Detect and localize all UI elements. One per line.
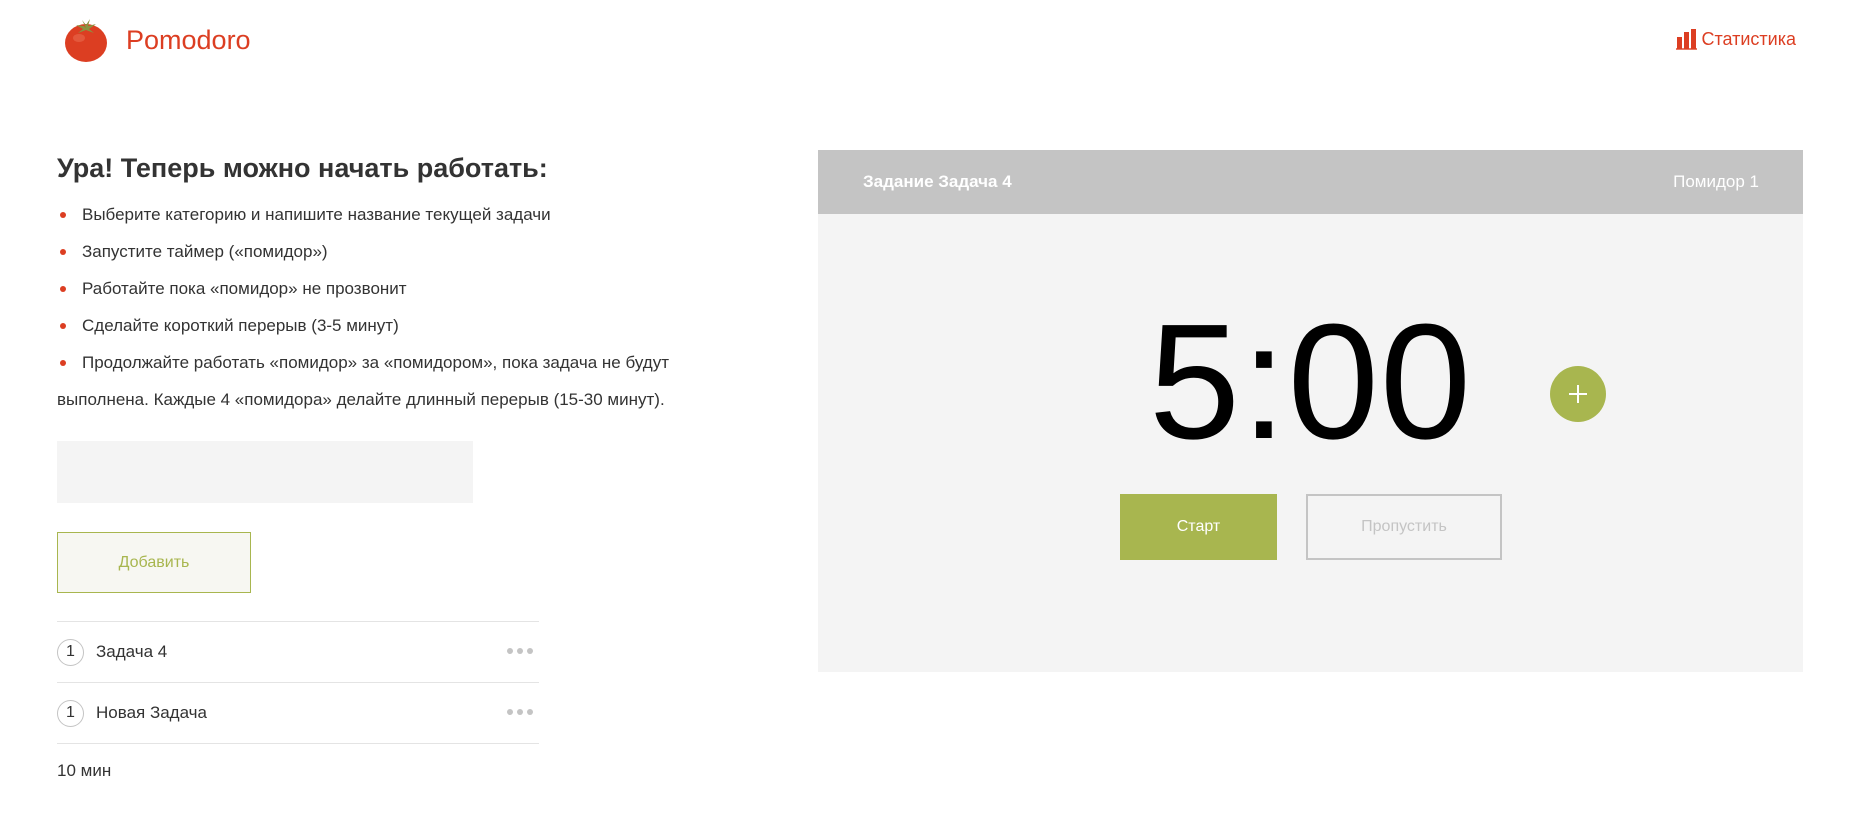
add-task-button[interactable]: Добавить (57, 532, 251, 593)
task-name-input[interactable] (57, 441, 473, 503)
start-button[interactable]: Старт (1120, 494, 1277, 560)
pomodoro-counter: Помидор 1 (1673, 172, 1759, 191)
timer-header: Задание Задача 4 Помидор 1 (818, 150, 1803, 214)
total-time: 10 мин (57, 761, 112, 780)
header: Pomodoro Статистика (0, 0, 1862, 80)
task-name: Новая Задача (96, 703, 207, 722)
timer-time: 5:00 (1148, 290, 1473, 473)
plus-icon (1569, 385, 1587, 403)
page: Pomodoro Статистика Ура! Теперь можно на… (0, 0, 1862, 821)
step-item: Выберите категорию и напишите название т… (57, 196, 757, 233)
bar-chart-icon (1676, 29, 1698, 50)
statistics-label: Статистика (1701, 28, 1796, 49)
task-pomodoro-count: 1 (57, 699, 84, 727)
step-item: Запустите таймер («помидор») (57, 233, 757, 270)
task-name: Задача 4 (96, 642, 168, 661)
more-menu-icon[interactable] (507, 709, 533, 715)
step-item: Сделайте короткий перерыв (3-5 минут) (57, 307, 757, 344)
task-row[interactable]: 1 Новая Задача (57, 683, 539, 744)
steps-list: Выберите категорию и напишите название т… (57, 196, 757, 418)
step-item: Продолжайте работать «помидор» за «помид… (57, 344, 757, 418)
task-pomodoro-count: 1 (57, 638, 84, 666)
more-menu-icon[interactable] (507, 648, 533, 654)
instructions: Ура! Теперь можно начать работать: Выбер… (57, 150, 757, 418)
current-task-label: Задание Задача 4 (863, 172, 1012, 191)
tomato-icon (65, 19, 107, 62)
app-name: Pomodoro (126, 24, 251, 55)
add-time-button[interactable] (1550, 366, 1606, 422)
task-list: 1 Задача 4 1 Новая Задача (57, 621, 539, 744)
timer-panel: Задание Задача 4 Помидор 1 5:00 Старт Пр… (818, 150, 1803, 672)
timer-display: 5:00 (818, 300, 1803, 464)
logo-link[interactable]: Pomodoro (62, 16, 251, 64)
intro-title: Ура! Теперь можно начать работать: (57, 153, 548, 183)
statistics-link[interactable]: Статистика (1676, 28, 1796, 50)
step-item: Работайте пока «помидор» не прозвонит (57, 270, 757, 307)
task-row[interactable]: 1 Задача 4 (57, 622, 539, 683)
skip-button[interactable]: Пропустить (1306, 494, 1502, 560)
